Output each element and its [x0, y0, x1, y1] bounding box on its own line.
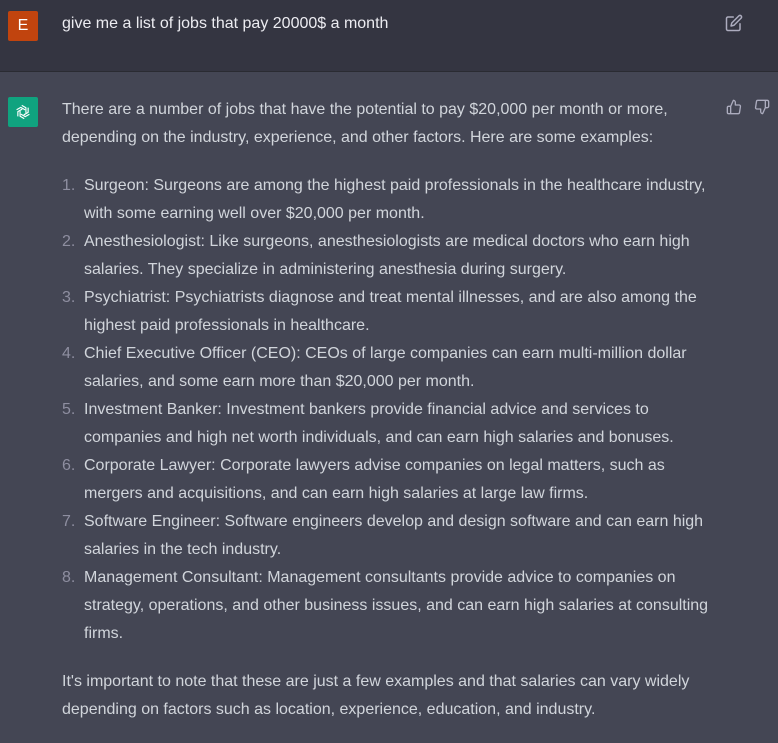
list-item: 3. Psychiatrist: Psychiatrists diagnose a…: [62, 284, 712, 340]
list-item: 8. Management Consultant: Management cons…: [62, 564, 712, 648]
assistant-message-row: There are a number of jobs that have the…: [0, 72, 778, 743]
list-item-number: 6.: [62, 457, 76, 474]
feedback-buttons: [726, 99, 770, 115]
list-item: 5. Investment Banker: Investment bankers …: [62, 396, 712, 452]
edit-icon[interactable]: [725, 14, 743, 32]
user-message-row: E give me a list of jobs that pay 20000$…: [0, 0, 778, 72]
user-avatar: E: [8, 11, 38, 41]
list-item-text: Anesthesiologist: Like surgeons, anesthe…: [84, 233, 690, 278]
list-item-number: 7.: [62, 513, 76, 530]
list-item-number: 3.: [62, 289, 76, 306]
list-item-number: 2.: [62, 233, 76, 250]
list-item-text: Psychiatrist: Psychiatrists diagnose and…: [84, 289, 697, 334]
assistant-message-content: There are a number of jobs that have the…: [62, 96, 712, 724]
list-item: 6. Corporate Lawyer: Corporate lawyers ad…: [62, 452, 712, 508]
list-item: 4. Chief Executive Officer (CEO): CEOs of…: [62, 340, 712, 396]
list-item: 1. Surgeon: Surgeons are among the highes…: [62, 172, 712, 228]
list-item-text: Software Engineer: Software engineers de…: [84, 513, 704, 558]
list-item-number: 1.: [62, 177, 76, 194]
assistant-intro: There are a number of jobs that have the…: [62, 101, 668, 146]
user-message-text: give me a list of jobs that pay 20000$ a…: [62, 15, 389, 32]
thumbs-up-icon[interactable]: [726, 99, 742, 115]
list-item-text: Management Consultant: Management consul…: [84, 569, 709, 642]
list-item-text: Corporate Lawyer: Corporate lawyers advi…: [84, 457, 665, 502]
list-item-number: 8.: [62, 569, 76, 586]
jobs-list: 1. Surgeon: Surgeons are among the highes…: [62, 172, 712, 648]
list-item-text: Surgeon: Surgeons are among the highest …: [84, 177, 706, 222]
list-item-text: Chief Executive Officer (CEO): CEOs of l…: [84, 345, 687, 390]
list-item-text: Investment Banker: Investment bankers pr…: [84, 401, 674, 446]
openai-logo-icon: [8, 97, 38, 127]
list-item-number: 5.: [62, 401, 76, 418]
list-item: 2. Anesthesiologist: Like surgeons, anest…: [62, 228, 712, 284]
list-item: 7. Software Engineer: Software engineers …: [62, 508, 712, 564]
list-item-number: 4.: [62, 345, 76, 362]
thumbs-down-icon[interactable]: [754, 99, 770, 115]
assistant-outro: It's important to note that these are ju…: [62, 673, 690, 718]
